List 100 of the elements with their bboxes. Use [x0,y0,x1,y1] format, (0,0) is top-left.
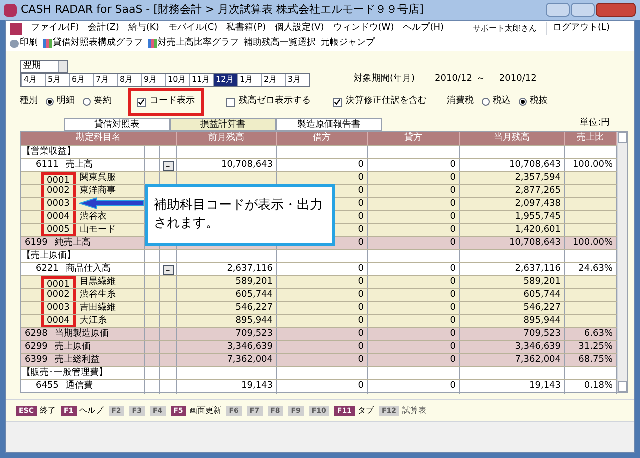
table-cell-text: 605,744 [236,289,273,302]
table-cell-text: 0 [358,289,364,302]
menu-item[interactable]: 給与(K) [128,22,160,36]
collapse-button[interactable]: － [162,264,174,275]
table-cell-text: 10,708,643 [509,159,561,172]
period-from: 2010/12 [435,73,472,86]
account-code: 6455 [35,380,60,394]
checkbox-option[interactable]: 残高ゼロ表示する [226,95,311,109]
account-code: 6298 [24,328,49,342]
bar-chart-icon [148,39,157,48]
table-cell-text: 0 [450,276,456,289]
account-code: 6221 [35,263,60,276]
scrollbar[interactable] [617,132,627,392]
table-cell-text: 10,708,643 [509,237,561,250]
table-cell-text: 0 [450,328,456,341]
table-cell-text: 0 [358,276,364,289]
table-cell-text: 0 [450,289,456,302]
table-cell-text: 24.63% [578,263,613,276]
close-icon[interactable] [596,3,636,17]
collapse-button[interactable]: － [162,160,174,171]
account-code: 6199 [24,237,49,250]
table-cell-text: 0 [358,185,364,198]
table-cell-text: 546,227 [236,302,273,315]
period-to: 2010/12 [499,73,537,86]
account-code: 6399 [24,354,49,368]
menu-item[interactable]: ウィンドウ(W) [333,22,394,36]
table-cell-text: 2,637,116 [515,263,561,276]
table-cell-text: 0 [358,172,364,185]
toolbar-button[interactable]: 貸借対照表構成グラフ [43,36,143,50]
report-tab[interactable]: 貸借対照表 [64,118,170,131]
radio-option[interactable]: 税抜 [519,95,548,109]
callout-text: 補助科目コードが表示・出力されます。 [145,184,335,246]
tax-label: 消費税 [447,95,474,108]
table-cell-text: 10,708,643 [221,159,273,172]
table-cell-text: 100.00% [572,159,613,172]
table-cell-text: 0 [450,302,456,315]
account-name: 純売上高 [54,237,91,250]
table-cell-text: 0 [358,237,364,250]
period-dropdown[interactable]: 翌期 [20,60,68,73]
toolbar-button[interactable]: 印刷 [10,36,38,50]
menu-item[interactable]: ファイル(F) [31,22,80,36]
logout-menu[interactable]: ログアウト(L) [546,22,630,36]
account-name: 吉田繊維 [80,302,116,315]
toolbar-button[interactable]: 元帳ジャンプ [321,36,375,50]
menu-item[interactable]: ヘルプ(H) [403,22,444,36]
app-logo-icon [10,22,22,34]
table-cell-text: 589,201 [236,276,273,289]
table-cell-text: 895,944 [236,315,273,328]
table-cell-text: 0 [358,354,364,367]
table-cell-text: 100.00% [572,237,613,250]
table-cell-text: 0 [450,380,456,393]
user-name: サポート太郎さん [472,22,537,34]
bar-chart-icon [43,39,52,48]
table-cell-text: 2,637,116 [227,263,273,276]
account-name: 目黒繊維 [80,276,116,289]
account-name: 通信費 [66,380,93,393]
checkbox-option[interactable]: コード表示 [128,88,204,116]
account-name: 売上原価 [54,341,91,354]
table-cell-text: 0 [450,341,456,354]
table-cell-text: 2,097,438 [515,198,561,211]
table-cell-text: 3,346,639 [515,341,561,354]
table-cell-text: 2,357,594 [515,172,561,185]
table-cell-text: 0 [358,263,364,276]
account-name: 渋谷生糸 [80,289,116,302]
table-cell-text: 546,227 [524,302,561,315]
menu-item[interactable]: モバイル(C) [168,22,218,36]
table-cell-text: 0 [450,224,456,237]
radio-option[interactable]: 明細 [46,95,75,109]
month-tab[interactable]: 12月 [213,74,237,86]
table-cell-text: 0 [450,211,456,224]
table-cell-text: 31.25% [578,341,613,354]
period-separator: ～ [476,73,486,86]
menu-item[interactable]: 私書箱(P) [226,22,266,36]
table-cell-text: 19,143 [242,380,273,393]
minimize-icon[interactable] [546,3,570,17]
toolbar-button[interactable]: 対売上高比率グラフ [148,36,239,50]
table-cell-text: 0 [358,159,364,172]
menu-item[interactable]: 個人設定(V) [275,22,324,36]
table-cell-text: 0 [358,380,364,393]
unit-label: 単位:円 [580,117,610,130]
table-cell-text: 0 [358,224,364,237]
radio-option[interactable]: 要約 [83,95,112,109]
table-cell-text: 0 [450,172,456,185]
type-label: 種別 [20,95,38,108]
toolbar-button[interactable]: 補助残高一覧選択 [244,36,316,50]
account-name: 東洋商事 [80,185,116,198]
table-cell-text: 3,346,639 [227,341,273,354]
account-name: 【営業収益】 [22,146,76,159]
report-tab[interactable]: 製造原価報告書 [276,118,382,131]
table-cell-text: 2,877,265 [515,185,561,198]
table-cell-text: 605,744 [524,289,561,302]
checkbox-option[interactable]: 決算修正仕訳を含む [333,95,427,109]
report-tab[interactable]: 損益計算書 [170,118,276,131]
account-name: 当期製造原価 [54,328,109,341]
table-cell-text: 0 [450,198,456,211]
radio-option[interactable]: 税込 [482,95,511,109]
menu-item[interactable]: 会計(Z) [88,22,120,36]
table-cell-text: 709,523 [524,328,561,341]
maximize-icon[interactable] [571,3,595,17]
table-cell-text: 0 [450,237,456,250]
